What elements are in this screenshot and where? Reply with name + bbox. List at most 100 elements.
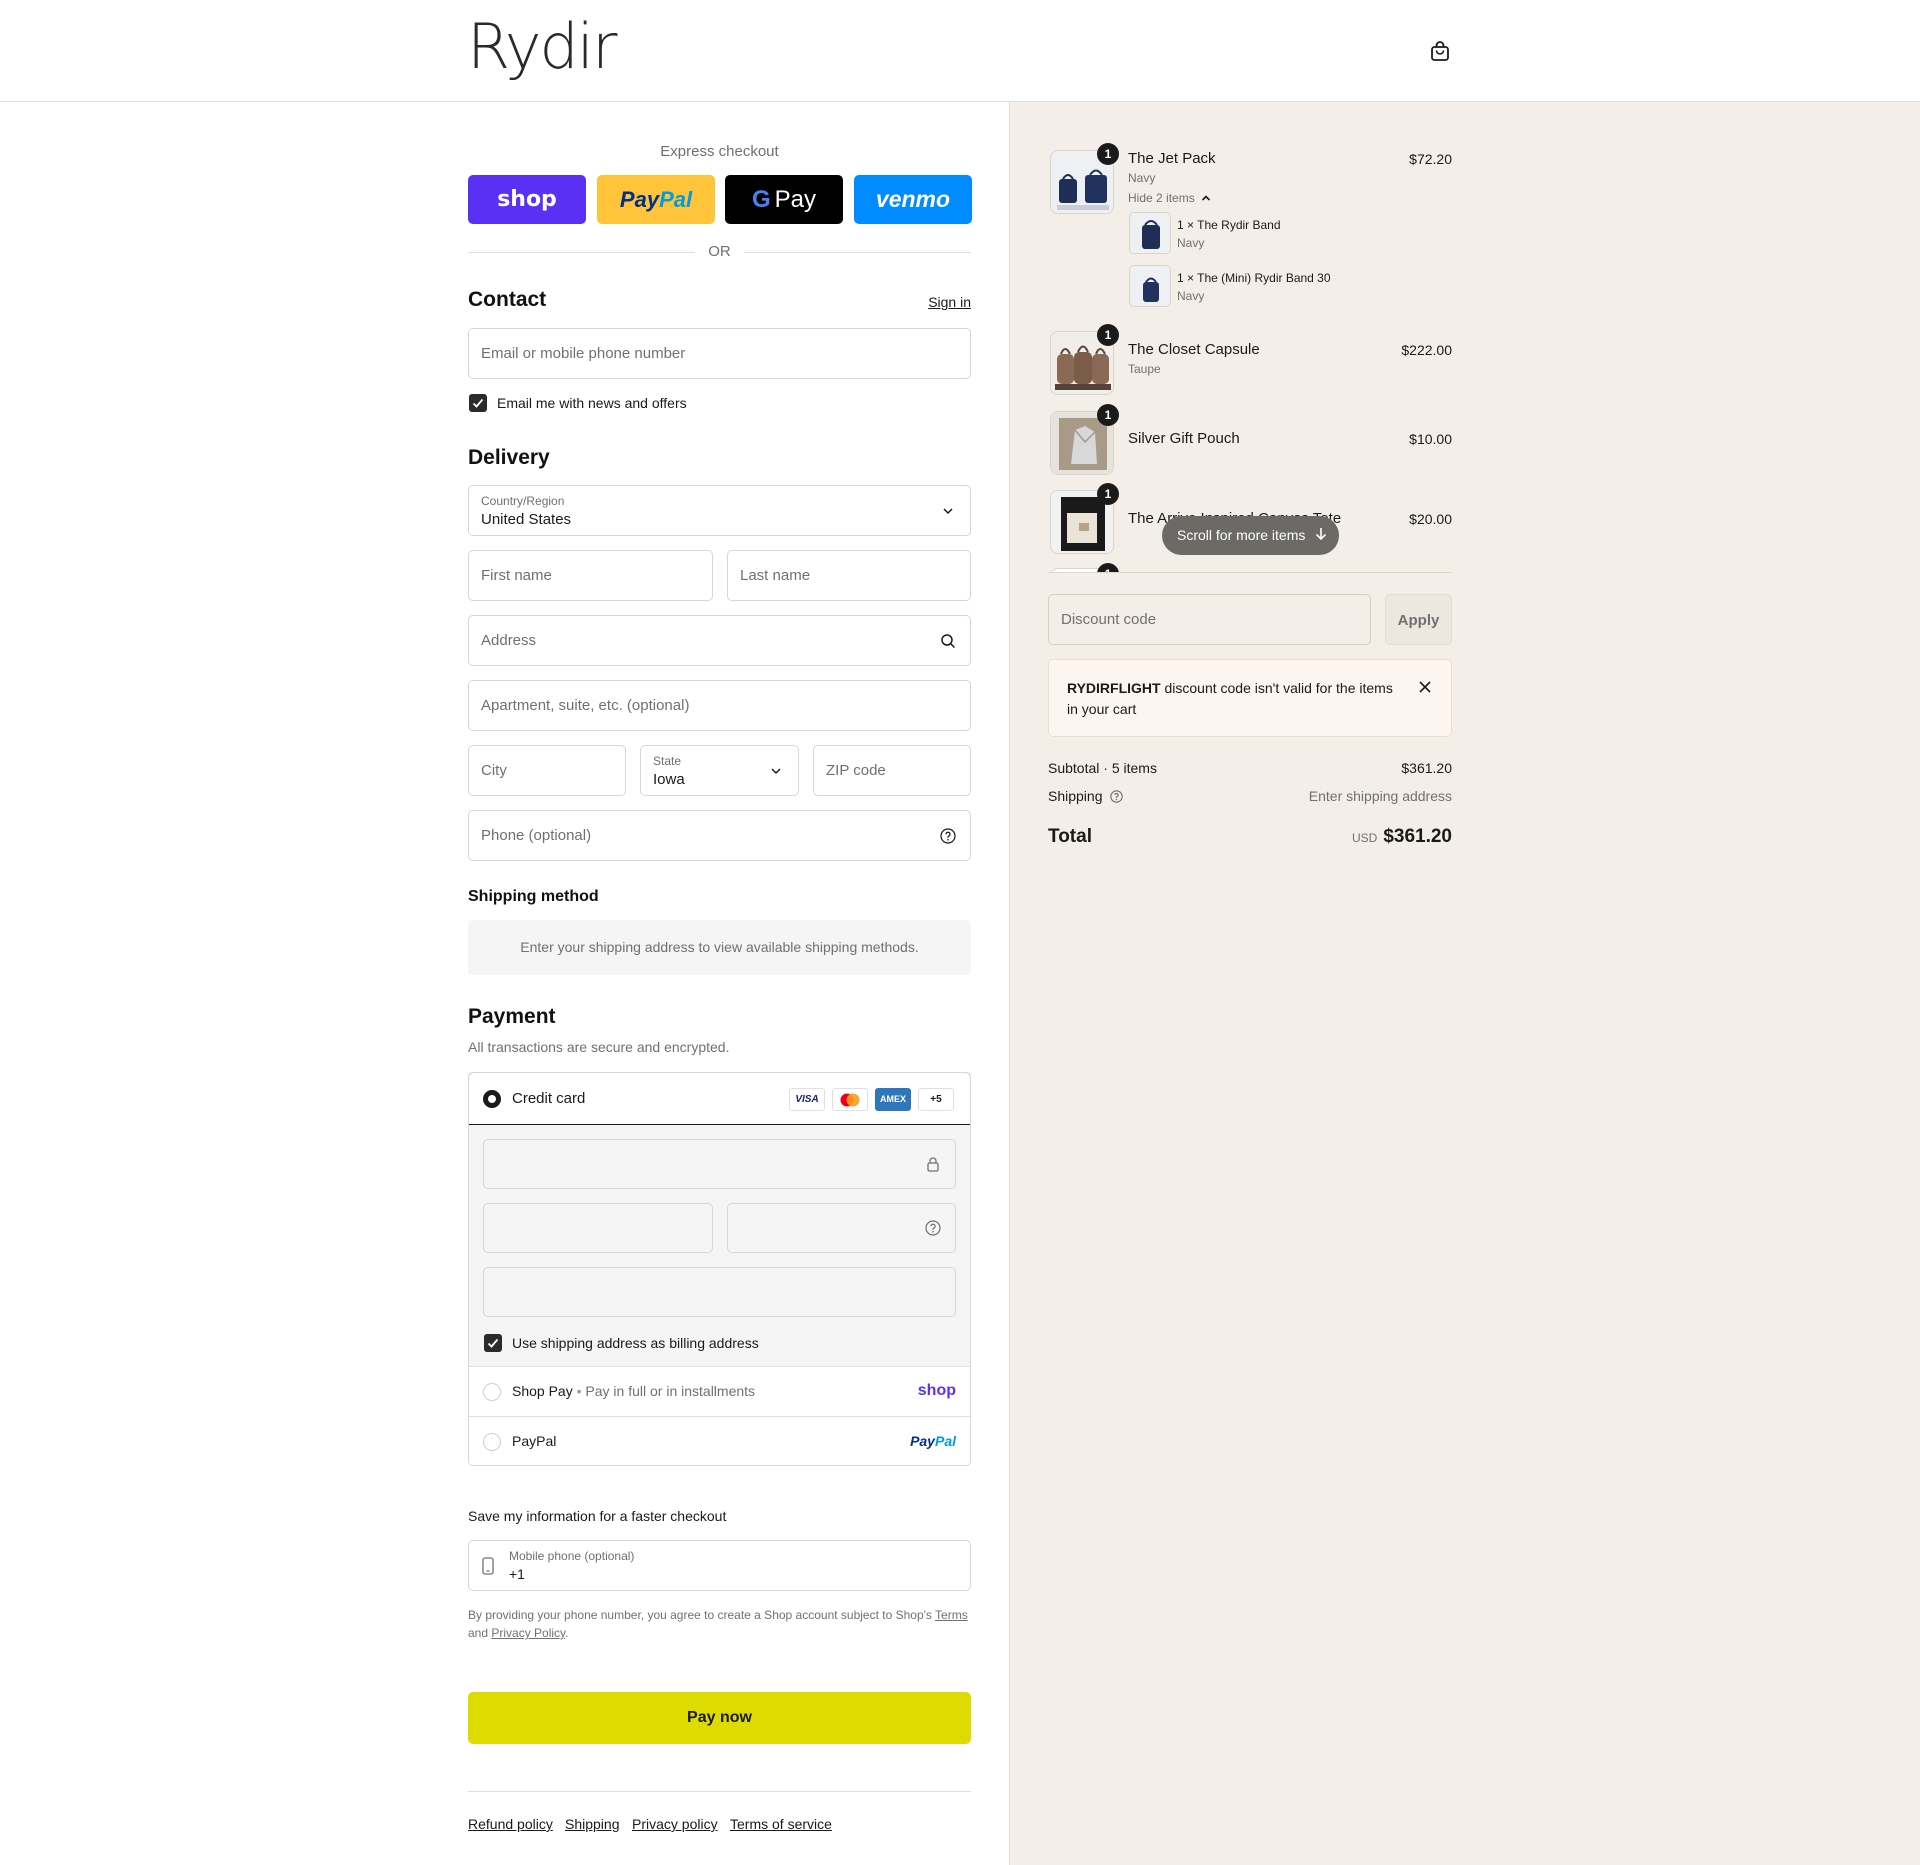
mobile-phone-label: Mobile phone (optional) [509, 1549, 635, 1563]
card-number-field[interactable] [483, 1139, 956, 1189]
chevron-down-icon [771, 768, 781, 775]
address-field[interactable]: Address [468, 615, 971, 666]
divider-line [1048, 572, 1452, 573]
arrow-down-icon [1316, 528, 1327, 541]
sub-item-image [1129, 265, 1171, 307]
shipping-policy-link[interactable]: Shipping [565, 1816, 620, 1832]
paypal-radio[interactable] [483, 1433, 501, 1451]
shipping-value: Enter shipping address [1308, 788, 1452, 804]
total-amount: USD $361.20 [1232, 826, 1452, 848]
apartment-field[interactable]: Apartment, suite, etc. (optional) [468, 680, 971, 731]
shopping-bag-icon[interactable] [1429, 40, 1451, 62]
discount-error-banner: RYDIRFLIGHT discount code isn't valid fo… [1048, 659, 1452, 737]
payment-heading: Payment [468, 1005, 556, 1028]
credit-card-option[interactable]: Credit card VISA AMEX +5 [469, 1073, 970, 1125]
item-price: $222.00 [1401, 342, 1452, 358]
shop-pay-express-button[interactable]: shop [468, 175, 586, 224]
subtotal-label: Subtotal · 5 items [1048, 760, 1157, 776]
shipping-method-info: Enter your shipping address to view avai… [468, 920, 971, 975]
site-header: Rydir [0, 0, 1920, 102]
first-name-placeholder: First name [481, 567, 552, 584]
currency-code: USD [1351, 831, 1378, 845]
credit-card-radio[interactable] [483, 1090, 501, 1108]
discount-error-message: RYDIRFLIGHT discount code isn't valid fo… [1067, 680, 1393, 717]
item-price: $20.00 [1409, 511, 1452, 527]
expiration-date-field[interactable] [483, 1203, 713, 1253]
shipping-label: Shipping [1048, 788, 1124, 804]
item-price: $10.00 [1409, 431, 1452, 447]
quantity-badge: 1 [1097, 404, 1119, 426]
privacy-policy-link[interactable]: Privacy Policy [491, 1626, 565, 1640]
quantity-badge: 1 [1097, 483, 1119, 505]
venmo-express-button[interactable]: venmo [854, 175, 972, 224]
item-variant: Taupe [1128, 362, 1161, 376]
discount-code-field[interactable]: Discount code [1048, 594, 1371, 645]
help-circle-icon[interactable] [1110, 790, 1124, 803]
paypal-option[interactable]: PayPal PayPal [469, 1417, 970, 1465]
line-items-clip: 1 [1048, 560, 1452, 572]
email-placeholder: Email or mobile phone number [481, 345, 686, 362]
total-label: Total [1048, 826, 1092, 847]
country-label: Country/Region [481, 494, 565, 508]
brand-logo[interactable]: Rydir [467, 14, 617, 80]
zip-field[interactable]: ZIP code [813, 745, 971, 796]
save-info-heading: Save my information for a faster checkou… [468, 1508, 727, 1524]
last-name-field[interactable]: Last name [727, 550, 971, 601]
apply-discount-button[interactable]: Apply [1385, 594, 1452, 645]
scroll-more-items-button[interactable]: Scroll for more items [1162, 516, 1339, 555]
mobile-phone-value: +1 [509, 1566, 525, 1582]
checkmark-icon [487, 1338, 499, 1348]
city-field[interactable]: City [468, 745, 626, 796]
shop-pay-radio[interactable] [483, 1383, 501, 1401]
sign-in-link[interactable]: Sign in [928, 294, 971, 310]
quantity-badge: 1 [1097, 143, 1119, 165]
security-code-field[interactable] [727, 1203, 956, 1253]
sub-item-name: 1 × The (Mini) Rydir Band 30 [1177, 271, 1331, 285]
mobile-phone-field[interactable]: Mobile phone (optional) +1 [468, 1540, 971, 1591]
sub-item-name: 1 × The Rydir Band [1177, 218, 1281, 232]
paypal-express-button[interactable]: PayPal [597, 175, 715, 224]
country-value: United States [481, 511, 572, 528]
mobile-phone-icon [482, 1557, 494, 1575]
email-field[interactable]: Email or mobile phone number [468, 328, 971, 379]
name-on-card-field[interactable] [483, 1267, 956, 1317]
item-name: The Closet Capsule [1128, 341, 1260, 358]
hide-items-toggle[interactable]: Hide 2 items [1128, 191, 1211, 205]
or-divider: OR [468, 242, 971, 262]
payment-subtitle: All transactions are secure and encrypte… [468, 1039, 730, 1055]
state-value: Iowa [653, 771, 685, 788]
quantity-badge: 1 [1097, 324, 1119, 346]
delivery-heading: Delivery [468, 446, 550, 469]
terms-of-service-link[interactable]: Terms of service [730, 1816, 832, 1832]
newsletter-label: Email me with news and offers [497, 395, 687, 411]
first-name-field[interactable]: First name [468, 550, 713, 601]
chevron-up-icon [1201, 195, 1211, 201]
refund-policy-link[interactable]: Refund policy [468, 1816, 553, 1832]
pay-now-button[interactable]: Pay now [468, 1692, 971, 1744]
shop-legal-text: By providing your phone number, you agre… [468, 1608, 968, 1640]
visa-icon: VISA [789, 1088, 825, 1111]
terms-link[interactable]: Terms [935, 1608, 968, 1622]
credit-card-label: Credit card [512, 1090, 586, 1107]
sub-item-image [1129, 212, 1171, 254]
billing-same-checkbox[interactable] [484, 1334, 502, 1352]
newsletter-checkbox[interactable] [469, 394, 487, 412]
billing-same-label: Use shipping address as billing address [512, 1335, 759, 1351]
help-circle-icon[interactable] [925, 1220, 941, 1236]
address-placeholder: Address [481, 632, 537, 649]
shop-pay-option[interactable]: Shop Pay • Pay in full or in installment… [469, 1367, 970, 1417]
last-name-placeholder: Last name [740, 567, 811, 584]
country-select[interactable]: Country/Region United States [468, 485, 971, 536]
amex-icon: AMEX [875, 1088, 911, 1111]
shop-pay-logo: shop [917, 1382, 956, 1399]
privacy-policy-footer-link[interactable]: Privacy policy [632, 1816, 718, 1832]
close-icon[interactable] [1418, 680, 1432, 694]
total-value: $361.20 [1383, 826, 1452, 847]
state-select[interactable]: State Iowa [640, 745, 799, 796]
chevron-down-icon [943, 508, 953, 515]
phone-placeholder: Phone (optional) [481, 827, 592, 844]
help-circle-icon[interactable] [940, 828, 956, 844]
phone-field[interactable]: Phone (optional) [468, 810, 971, 861]
google-pay-express-button[interactable]: G Pay [725, 175, 843, 224]
credit-card-form: Use shipping address as billing address [469, 1125, 970, 1367]
